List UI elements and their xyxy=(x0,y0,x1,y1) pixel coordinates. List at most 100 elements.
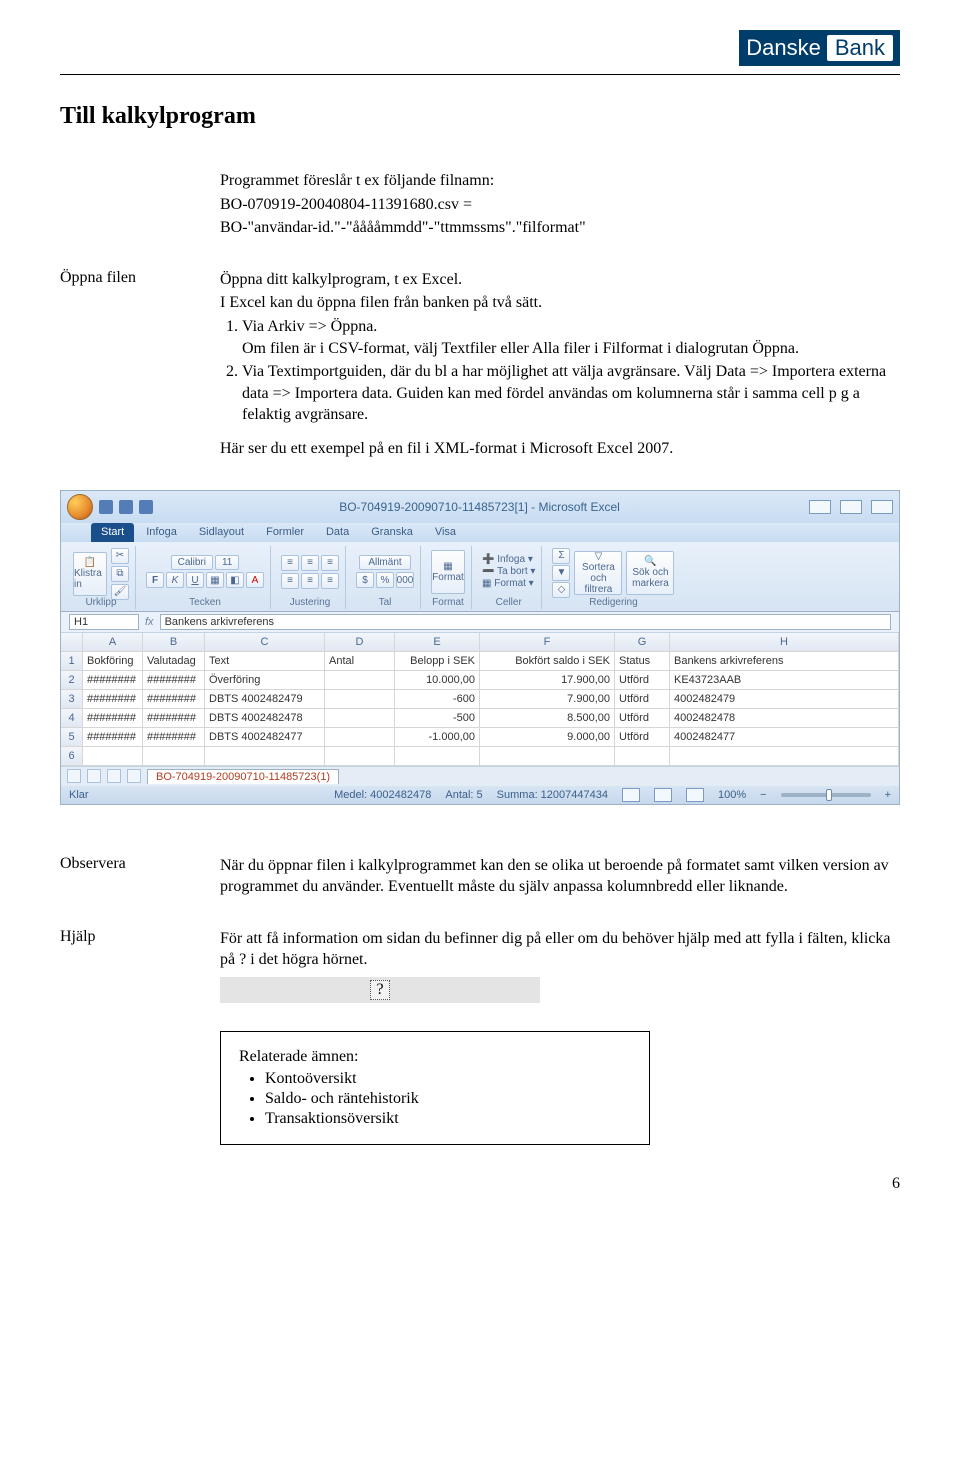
format-as-table-button[interactable]: ▦Format xyxy=(431,550,465,594)
cell[interactable]: DBTS 4002482478 xyxy=(205,709,325,727)
percent-icon[interactable]: % xyxy=(376,572,394,588)
tab-granska[interactable]: Granska xyxy=(361,523,423,542)
cells-insert[interactable]: ➕ Infoga ▾ xyxy=(482,554,533,565)
view-pagelayout-icon[interactable] xyxy=(654,788,672,802)
cell[interactable]: Utförd xyxy=(615,709,670,727)
formula-input[interactable]: Bankens arkivreferens xyxy=(160,614,891,630)
align-left-icon[interactable]: ≡ xyxy=(281,573,299,589)
underline-button[interactable]: U xyxy=(186,572,204,588)
find-select-button[interactable]: 🔍Sök och markera xyxy=(626,551,674,595)
zoom-out-icon[interactable]: − xyxy=(760,789,766,801)
cell[interactable]: Antal xyxy=(325,652,395,670)
clear-icon[interactable]: ◇ xyxy=(552,582,570,598)
zoom-in-icon[interactable]: + xyxy=(885,789,891,801)
fill-color-button[interactable]: ◧ xyxy=(226,572,244,588)
cell[interactable]: DBTS 4002482479 xyxy=(205,690,325,708)
cell[interactable] xyxy=(325,728,395,746)
col-A[interactable]: A xyxy=(83,633,143,651)
col-H[interactable]: H xyxy=(670,633,899,651)
office-button[interactable] xyxy=(67,494,93,520)
currency-icon[interactable]: $ xyxy=(356,572,374,588)
cell[interactable]: Bokföring xyxy=(83,652,143,670)
bold-button[interactable]: F xyxy=(146,572,164,588)
cell[interactable] xyxy=(205,747,325,765)
italic-button[interactable]: K xyxy=(166,572,184,588)
tab-sidlayout[interactable]: Sidlayout xyxy=(189,523,254,542)
cell[interactable]: Status xyxy=(615,652,670,670)
cell[interactable] xyxy=(83,747,143,765)
qat-save-icon[interactable] xyxy=(99,500,113,514)
cell[interactable] xyxy=(670,747,899,765)
row-header[interactable]: 2 xyxy=(61,671,83,689)
fx-icon[interactable]: fx xyxy=(145,616,154,628)
sheet-nav-first[interactable] xyxy=(67,769,81,783)
cell[interactable]: DBTS 4002482477 xyxy=(205,728,325,746)
font-color-button[interactable]: A xyxy=(246,572,264,588)
tab-visa[interactable]: Visa xyxy=(425,523,466,542)
fill-icon[interactable]: ▼ xyxy=(552,565,570,581)
align-right-icon[interactable]: ≡ xyxy=(321,573,339,589)
row-header[interactable]: 1 xyxy=(61,652,83,670)
thousands-icon[interactable]: 000 xyxy=(396,572,414,588)
cell[interactable] xyxy=(325,709,395,727)
font-name-combo[interactable]: Calibri xyxy=(171,555,213,570)
sheet-tab[interactable]: BO-704919-20090710-11485723(1) xyxy=(147,769,339,784)
sheet-nav-last[interactable] xyxy=(127,769,141,783)
cell[interactable] xyxy=(325,747,395,765)
cell[interactable]: 10.000,00 xyxy=(395,671,480,689)
cell[interactable]: ######## xyxy=(143,709,205,727)
cell[interactable]: -600 xyxy=(395,690,480,708)
cell[interactable]: ######## xyxy=(143,690,205,708)
cut-icon[interactable]: ✂ xyxy=(111,548,129,564)
row-header[interactable]: 3 xyxy=(61,690,83,708)
cell[interactable]: -500 xyxy=(395,709,480,727)
autosum-icon[interactable]: Σ xyxy=(552,548,570,564)
cell[interactable]: Bankens arkivreferens xyxy=(670,652,899,670)
copy-icon[interactable]: ⧉ xyxy=(111,566,129,582)
minimize-button[interactable] xyxy=(809,500,831,514)
close-button[interactable] xyxy=(871,500,893,514)
col-E[interactable]: E xyxy=(395,633,480,651)
sheet-nav-next[interactable] xyxy=(107,769,121,783)
help-icon[interactable]: ? xyxy=(370,980,390,1000)
cell[interactable]: 8.500,00 xyxy=(480,709,615,727)
cell[interactable]: ######## xyxy=(83,709,143,727)
number-format-combo[interactable]: Allmänt xyxy=(359,555,410,570)
cell[interactable]: Valutadag xyxy=(143,652,205,670)
qat-undo-icon[interactable] xyxy=(119,500,133,514)
cell[interactable] xyxy=(325,671,395,689)
cells-format[interactable]: ▦ Format ▾ xyxy=(482,578,534,589)
cell[interactable]: Överföring xyxy=(205,671,325,689)
maximize-button[interactable] xyxy=(840,500,862,514)
align-bottom-icon[interactable]: ≡ xyxy=(321,555,339,571)
cell[interactable] xyxy=(480,747,615,765)
align-middle-icon[interactable]: ≡ xyxy=(301,555,319,571)
cells-delete[interactable]: ➖ Ta bort ▾ xyxy=(482,566,535,577)
border-button[interactable]: ▦ xyxy=(206,572,224,588)
col-G[interactable]: G xyxy=(615,633,670,651)
sheet-nav-prev[interactable] xyxy=(87,769,101,783)
tab-data[interactable]: Data xyxy=(316,523,359,542)
cell[interactable]: KE43723AAB xyxy=(670,671,899,689)
align-center-icon[interactable]: ≡ xyxy=(301,573,319,589)
tab-infoga[interactable]: Infoga xyxy=(136,523,187,542)
zoom-slider[interactable] xyxy=(781,793,871,797)
cell[interactable]: Utförd xyxy=(615,728,670,746)
cell[interactable]: Utförd xyxy=(615,690,670,708)
cell[interactable]: 4002482477 xyxy=(670,728,899,746)
tab-formler[interactable]: Formler xyxy=(256,523,314,542)
align-top-icon[interactable]: ≡ xyxy=(281,555,299,571)
cell[interactable]: ######## xyxy=(143,671,205,689)
cell[interactable]: 4002482478 xyxy=(670,709,899,727)
cell[interactable]: ######## xyxy=(83,690,143,708)
row-header[interactable]: 5 xyxy=(61,728,83,746)
view-pagebreak-icon[interactable] xyxy=(686,788,704,802)
cell[interactable]: 17.900,00 xyxy=(480,671,615,689)
cell[interactable]: 9.000,00 xyxy=(480,728,615,746)
view-normal-icon[interactable] xyxy=(622,788,640,802)
cell[interactable]: ######## xyxy=(83,728,143,746)
cell[interactable]: 7.900,00 xyxy=(480,690,615,708)
qat-redo-icon[interactable] xyxy=(139,500,153,514)
cell[interactable] xyxy=(325,690,395,708)
cell[interactable]: Utförd xyxy=(615,671,670,689)
